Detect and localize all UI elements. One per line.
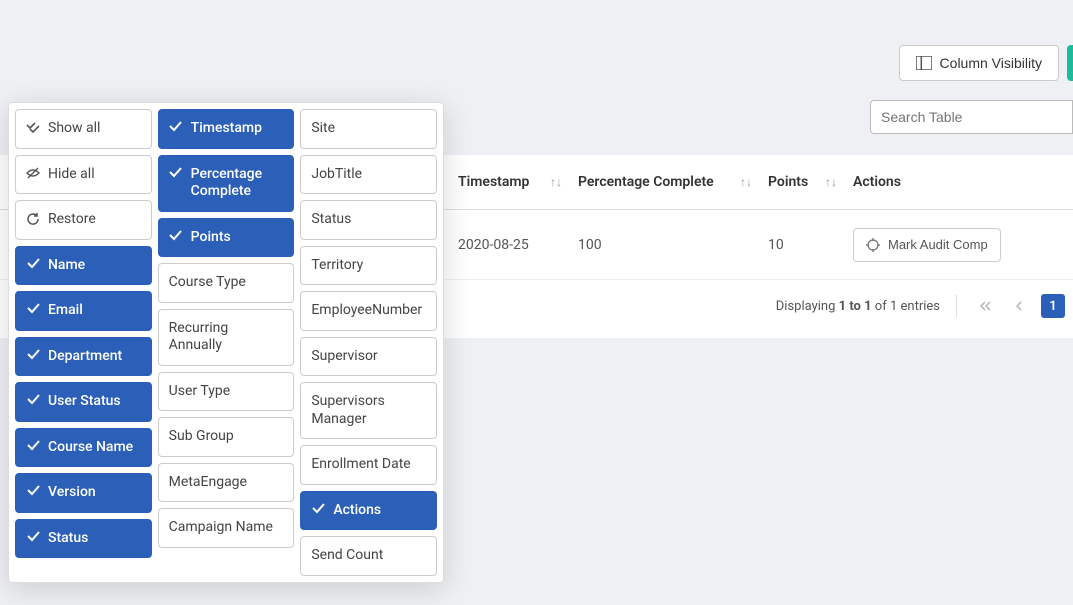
column-toggle-course-name[interactable]: Course Name <box>15 428 152 468</box>
check-icon <box>169 167 183 178</box>
check-icon <box>26 303 40 314</box>
column-toggle-label: Status <box>311 211 351 229</box>
column-toggle-label: User Type <box>169 383 230 401</box>
mark-audit-complete-button[interactable]: Mark Audit Comp <box>853 228 1001 262</box>
column-visibility-popover: Show all Hide all Restore Name Email Depar… <box>8 102 444 583</box>
check-icon <box>26 531 40 542</box>
check-icon <box>26 258 40 269</box>
column-toggle-name[interactable]: Name <box>15 246 152 286</box>
sort-icon: ↑↓ <box>550 175 562 189</box>
column-toggle-label: Site <box>311 120 335 138</box>
column-header-timestamp[interactable]: Timestamp ↑↓ <box>450 174 570 190</box>
column-toggle-label: Campaign Name <box>169 519 273 537</box>
target-icon <box>866 238 880 252</box>
column-toggle-label: Percentage Complete <box>191 166 284 201</box>
column-toggle-percentage-complete[interactable]: Percentage Complete <box>158 155 295 212</box>
column-toggle-department[interactable]: Department <box>15 337 152 377</box>
column-toggle-supervisors-manager[interactable]: Supervisors Manager <box>300 382 437 439</box>
sort-icon: ↑↓ <box>740 175 752 189</box>
popover-column-1: Show all Hide all Restore Name Email Depar… <box>15 109 152 576</box>
column-toggle-label: Email <box>48 302 83 320</box>
hide-all-button[interactable]: Hide all <box>15 155 152 195</box>
double-check-icon <box>26 121 40 133</box>
divider <box>956 295 957 317</box>
column-header-points[interactable]: Points ↑↓ <box>760 174 845 190</box>
column-visibility-label: Column Visibility <box>940 55 1042 71</box>
column-toggle-label: Timestamp <box>191 120 262 138</box>
check-icon <box>26 485 40 496</box>
check-icon <box>26 349 40 360</box>
column-toggle-label: Send Count <box>311 547 383 565</box>
check-icon <box>26 440 40 451</box>
column-toggle-recurring-annually[interactable]: Recurring Annually <box>158 309 295 366</box>
search-input[interactable] <box>870 100 1073 134</box>
pagination-first[interactable] <box>973 294 997 318</box>
column-toggle-campaign-name[interactable]: Campaign Name <box>158 508 295 548</box>
check-icon <box>169 121 183 132</box>
cell-percentage-complete: 100 <box>570 237 760 253</box>
check-icon <box>169 230 183 241</box>
column-toggle-points[interactable]: Points <box>158 218 295 258</box>
column-toggle-actions[interactable]: Actions <box>300 491 437 531</box>
column-toggle-status[interactable]: Status <box>15 519 152 559</box>
pagination-info: Displaying 1 to 1 of 1 entries <box>776 299 940 314</box>
column-toggle-sub-group[interactable]: Sub Group <box>158 417 295 457</box>
pagination-prev[interactable] <box>1007 294 1031 318</box>
column-toggle-label: Enrollment Date <box>311 456 410 474</box>
column-toggle-label: Supervisors Manager <box>311 393 426 428</box>
column-toggle-jobtitle[interactable]: JobTitle <box>300 155 437 195</box>
restore-button[interactable]: Restore <box>15 200 152 240</box>
column-header-actions: Actions <box>845 174 1073 190</box>
show-all-button[interactable]: Show all <box>15 109 152 149</box>
column-toggle-label: Course Type <box>169 274 246 292</box>
column-toggle-label: Supervisor <box>311 348 377 366</box>
column-toggle-version[interactable]: Version <box>15 473 152 513</box>
cell-timestamp: 2020-08-25 <box>450 237 570 253</box>
column-toggle-user-status[interactable]: User Status <box>15 382 152 422</box>
column-toggle-label: JobTitle <box>311 166 362 184</box>
column-toggle-email[interactable]: Email <box>15 291 152 331</box>
column-toggle-supervisor[interactable]: Supervisor <box>300 337 437 377</box>
columns-icon <box>916 56 932 70</box>
sort-icon: ↑↓ <box>825 175 837 189</box>
column-toggle-label: Name <box>48 257 85 275</box>
popover-column-2: Timestamp Percentage Complete Points Course… <box>158 109 295 576</box>
cell-points: 10 <box>760 237 845 253</box>
column-toggle-label: User Status <box>48 393 121 411</box>
column-toggle-course-type[interactable]: Course Type <box>158 263 295 303</box>
column-toggle-label: Status <box>48 530 88 548</box>
column-toggle-label: Points <box>191 229 231 247</box>
column-toggle-label: MetaEngage <box>169 474 247 492</box>
column-toggle-label: EmployeeNumber <box>311 302 422 320</box>
check-icon <box>311 503 325 514</box>
column-toggle-label: Version <box>48 484 96 502</box>
column-toggle-label: Sub Group <box>169 428 234 446</box>
export-button-fragment[interactable] <box>1067 45 1073 81</box>
column-header-percentage-complete[interactable]: Percentage Complete ↑↓ <box>570 174 760 190</box>
column-toggle-send-count[interactable]: Send Count <box>300 536 437 576</box>
column-toggle-site[interactable]: Site <box>300 109 437 149</box>
column-toggle-user-type[interactable]: User Type <box>158 372 295 412</box>
column-visibility-button[interactable]: Column Visibility <box>899 45 1059 81</box>
column-toggle-territory[interactable]: Territory <box>300 246 437 286</box>
refresh-icon <box>26 212 40 226</box>
eye-off-icon <box>26 167 40 179</box>
popover-column-3: Site JobTitle Status Territory EmployeeNumbe… <box>300 109 437 576</box>
column-toggle-label: Recurring Annually <box>169 320 284 355</box>
pagination-page-1[interactable]: 1 <box>1041 294 1065 318</box>
column-toggle-timestamp[interactable]: Timestamp <box>158 109 295 149</box>
column-toggle-label: Actions <box>333 502 381 520</box>
column-toggle-status[interactable]: Status <box>300 200 437 240</box>
check-icon <box>26 394 40 405</box>
column-toggle-label: Department <box>48 348 122 366</box>
column-toggle-label: Territory <box>311 257 363 275</box>
column-toggle-metaengage[interactable]: MetaEngage <box>158 463 295 503</box>
column-toggle-label: Course Name <box>48 439 133 457</box>
column-toggle-enrollment-date[interactable]: Enrollment Date <box>300 445 437 485</box>
column-toggle-employeenumber[interactable]: EmployeeNumber <box>300 291 437 331</box>
